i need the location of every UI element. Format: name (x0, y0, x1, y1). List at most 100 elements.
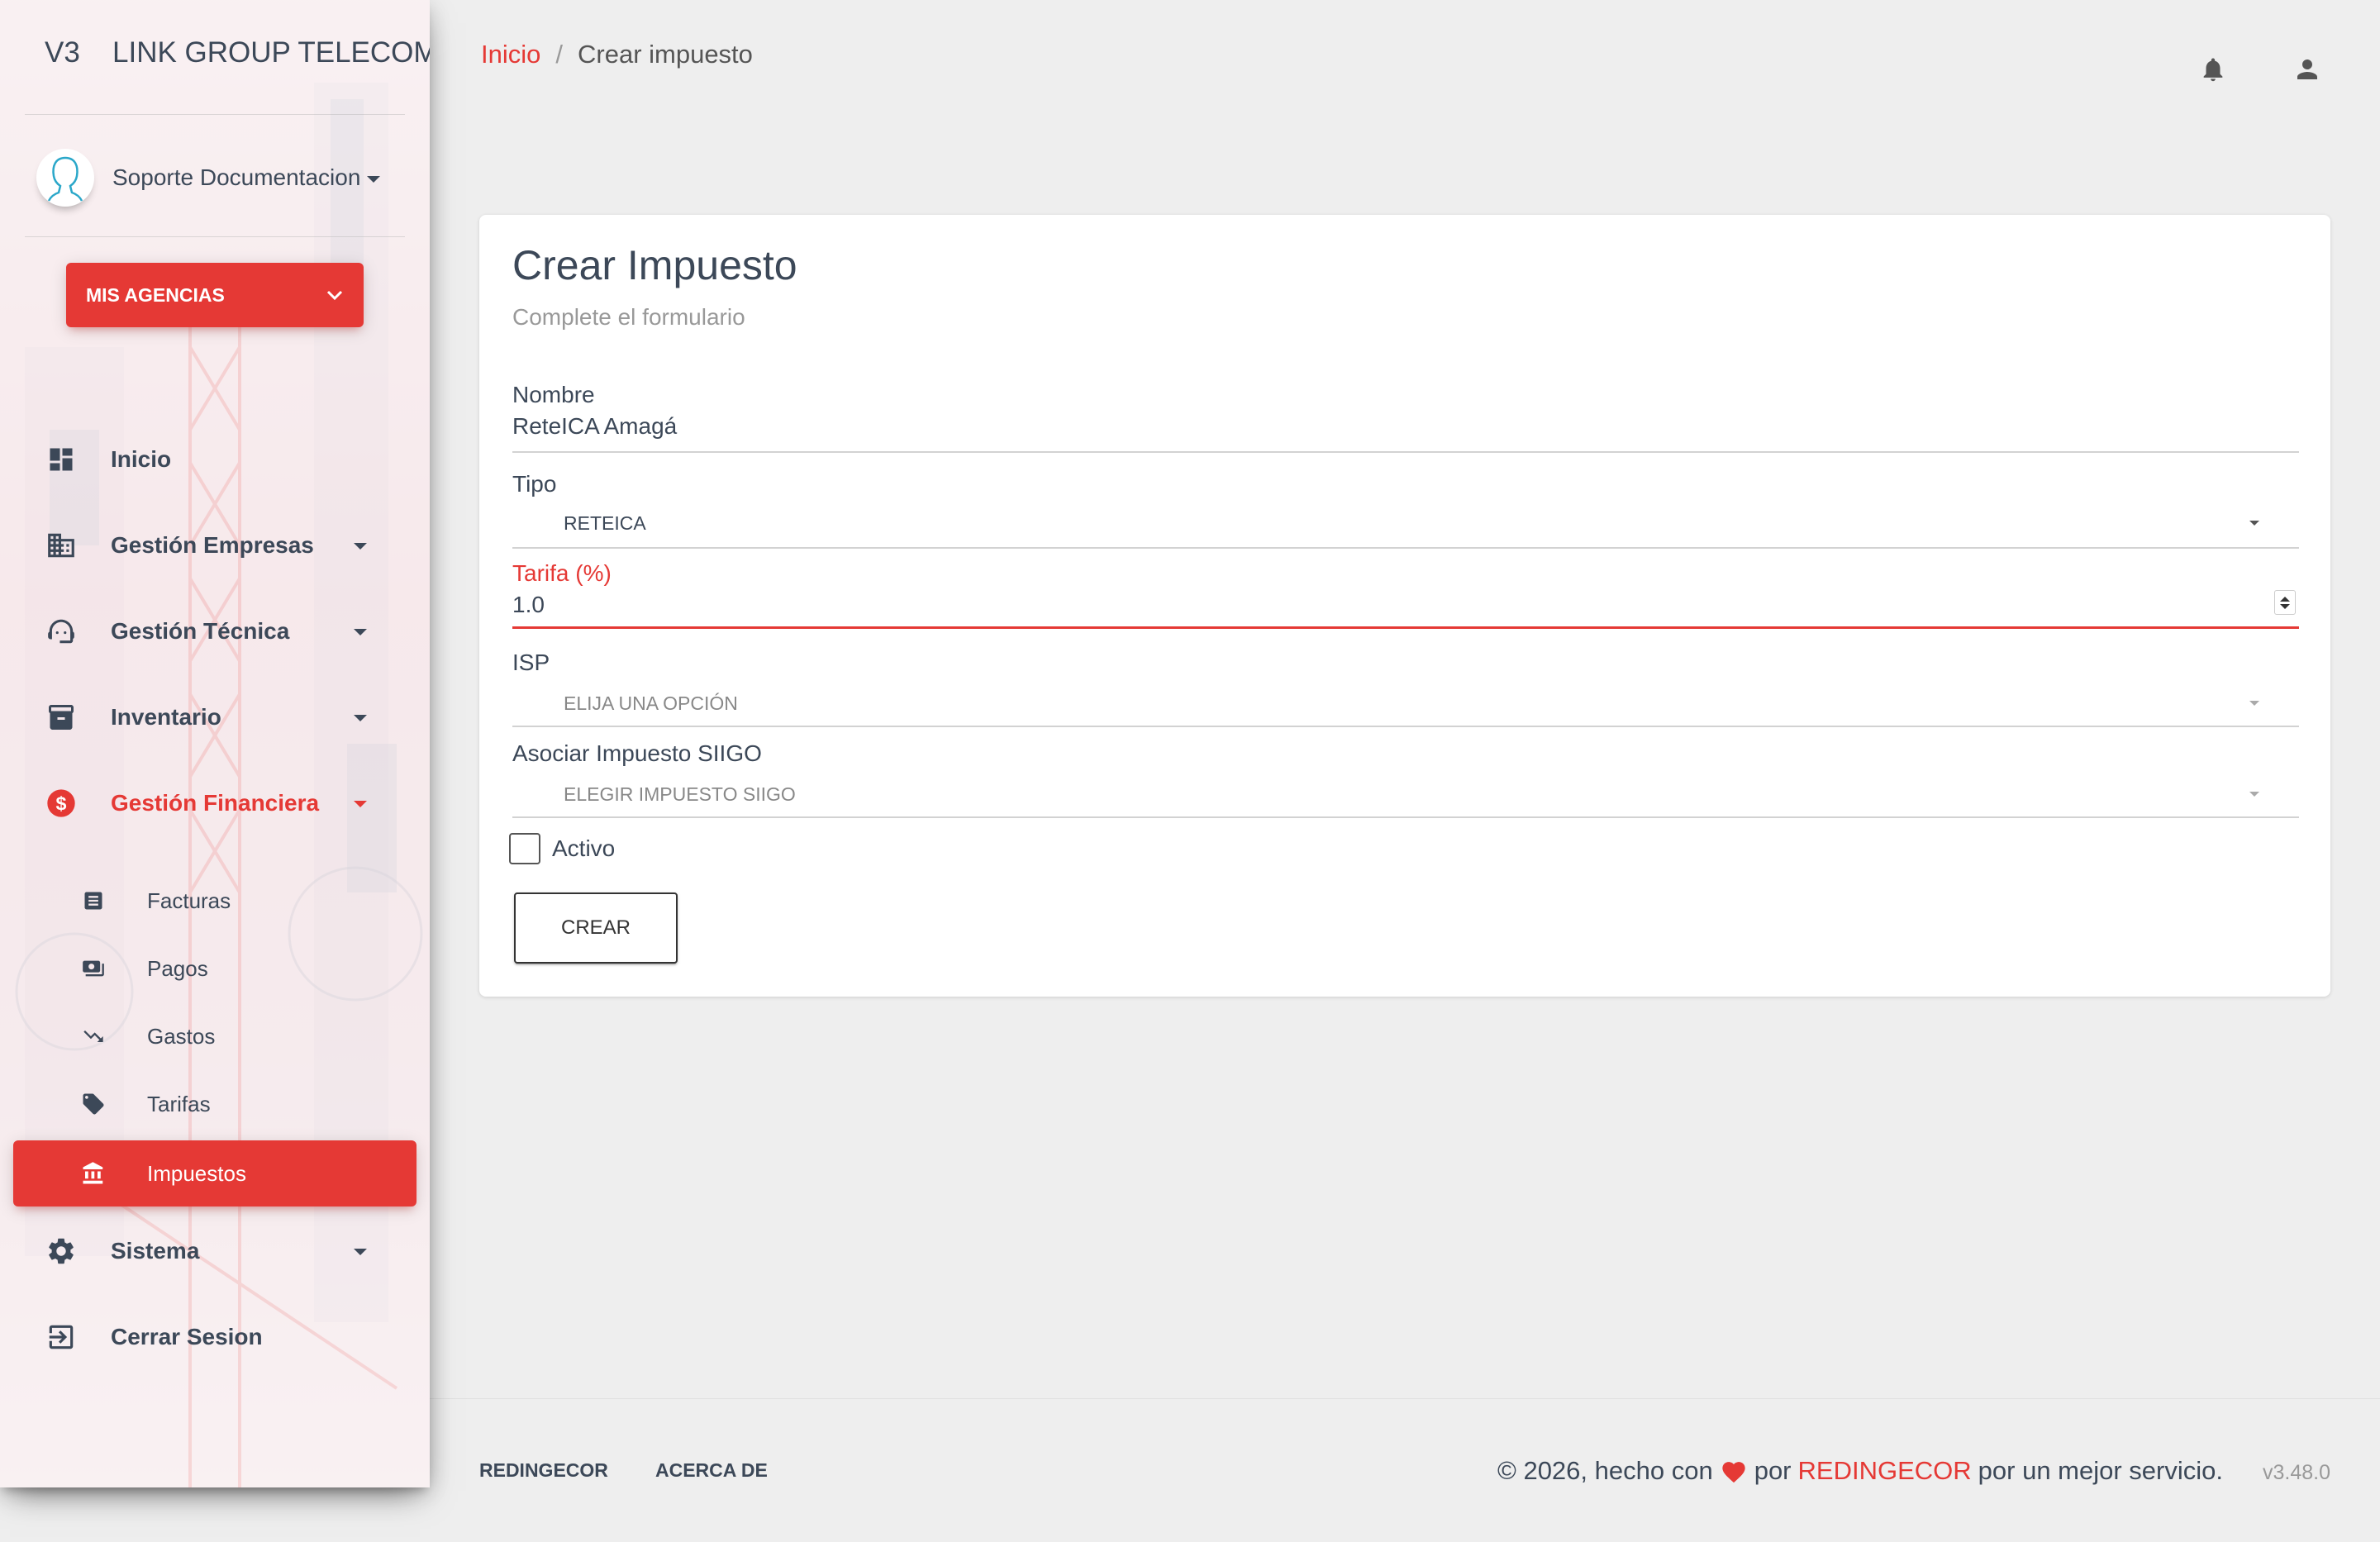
logo-text: LINK GROUP TELECOMUNICACIONES (112, 36, 430, 69)
tipo-select[interactable]: Tipo RETEICA (512, 471, 2299, 549)
nombre-input[interactable]: ReteICA Amagá (512, 413, 2299, 446)
nav-gestion-empresas[interactable]: Gestión Empresas (43, 521, 390, 570)
heart-icon (1720, 1459, 1748, 1483)
bell-icon[interactable] (2197, 53, 2230, 86)
dollar-icon: $ (43, 785, 79, 821)
subnav-facturas[interactable]: Facturas (79, 878, 393, 924)
caret-down-icon (354, 1249, 367, 1255)
caret-down-icon (354, 543, 367, 550)
caret-down-icon (2249, 792, 2259, 797)
caret-down-icon (354, 629, 367, 635)
nav-label: Gestión Técnica (111, 618, 290, 644)
number-spinner-icon[interactable] (2274, 590, 2296, 615)
siigo-placeholder: ELEGIR IMPUESTO SIIGO (564, 783, 796, 805)
nav-label: Gestión Empresas (111, 532, 314, 558)
nav-label: Sistema (111, 1238, 200, 1264)
tarifa-input[interactable]: 1.0 (512, 592, 2299, 625)
subnav-label: Tarifas (147, 1091, 211, 1116)
copyright-suffix: por un mejor servicio. (1978, 1456, 2223, 1485)
breadcrumb-separator: / (555, 40, 563, 69)
tipo-label: Tipo (512, 471, 557, 497)
user-name: Soporte Documentacion (112, 164, 381, 191)
gear-icon (43, 1233, 79, 1269)
crear-button[interactable]: CREAR (514, 892, 678, 964)
subnav-label: Gastos (147, 1023, 216, 1049)
nav-gestion-financiera[interactable]: $ Gestión Financiera (43, 778, 390, 828)
nav-label: Inventario (111, 704, 221, 730)
payments-icon (79, 954, 107, 983)
caret-down-icon (367, 175, 381, 183)
caret-down-icon (354, 715, 367, 721)
copyright-por: por (1754, 1456, 1792, 1485)
bank-icon (79, 1159, 107, 1187)
tag-icon (79, 1090, 107, 1118)
activo-label: Activo (552, 835, 616, 861)
siigo-select[interactable]: Asociar Impuesto SIIGO ELEGIR IMPUESTO S… (512, 740, 2299, 818)
footer-link-acerca-de[interactable]: ACERCA DE (655, 1459, 768, 1482)
nav-label: Cerrar Sesion (111, 1324, 263, 1349)
caret-down-icon (2249, 701, 2259, 706)
siigo-label: Asociar Impuesto SIIGO (512, 740, 762, 766)
activo-checkbox[interactable] (509, 833, 540, 864)
subnav-gastos[interactable]: Gastos (79, 1013, 393, 1059)
footer-link-redingecor[interactable]: REDINGECOR (479, 1459, 608, 1482)
divider (25, 236, 405, 237)
input-underline (512, 451, 2299, 453)
subnav-impuestos[interactable]: Impuestos (13, 1140, 416, 1206)
agencies-label: MIS AGENCIAS (86, 283, 225, 306)
archive-icon (43, 699, 79, 735)
breadcrumb: Inicio / Crear impuesto (481, 40, 753, 69)
nav-cerrar-sesion[interactable]: Cerrar Sesion (43, 1312, 390, 1362)
logo-mini: V3 (45, 36, 80, 69)
breadcrumb-home-link[interactable]: Inicio (481, 40, 540, 69)
create-tax-card: Crear Impuesto Complete el formulario No… (479, 215, 2330, 997)
person-icon[interactable] (2291, 53, 2324, 86)
tarifa-label: Tarifa (%) (512, 560, 612, 586)
card-subtitle: Complete el formulario (512, 304, 745, 330)
chevron-down-icon (326, 290, 343, 301)
nav-inicio[interactable]: Inicio (43, 435, 390, 484)
copyright-prefix: © 2026, hecho con (1497, 1456, 1713, 1485)
nav-label: Inicio (111, 446, 172, 472)
nav-inventario[interactable]: Inventario (43, 692, 390, 742)
caret-down-icon (354, 801, 367, 807)
agencies-dropdown-button[interactable]: MIS AGENCIAS (66, 263, 364, 327)
subnav-pagos[interactable]: Pagos (79, 945, 393, 992)
receipt-icon (79, 887, 107, 915)
sidebar: V3 LINK GROUP TELECOMUNICACIONES Soporte … (0, 0, 430, 1487)
nombre-field[interactable]: Nombre ReteICA Amagá (512, 382, 2299, 455)
nav-sistema[interactable]: Sistema (43, 1226, 390, 1276)
user-menu[interactable]: Soporte Documentacion (36, 149, 381, 207)
building-icon (43, 527, 79, 564)
dashboard-icon (43, 441, 79, 478)
isp-label: ISP (512, 650, 550, 675)
nombre-label: Nombre (512, 382, 595, 407)
activo-checkbox-row[interactable]: Activo (509, 833, 615, 864)
tipo-selected-value: RETEICA (564, 512, 646, 534)
avatar-icon (36, 149, 94, 207)
divider (25, 114, 405, 115)
nav-gestion-tecnica[interactable]: Gestión Técnica (43, 607, 390, 656)
subnav-tarifas[interactable]: Tarifas (79, 1081, 393, 1127)
app-version: v3.48.0 (2262, 1461, 2330, 1484)
subnav-label: Facturas (147, 888, 231, 913)
caret-down-icon (2249, 521, 2259, 526)
isp-select[interactable]: ISP ELIJA UNA OPCIÓN (512, 650, 2299, 727)
footer-divider (430, 1398, 2380, 1399)
select-underline (512, 726, 2299, 727)
svg-text:$: $ (56, 792, 67, 814)
trending-down-icon (79, 1022, 107, 1050)
support-agent-icon (43, 613, 79, 650)
breadcrumb-current: Crear impuesto (578, 40, 753, 69)
select-underline (512, 547, 2299, 549)
tarifa-field[interactable]: Tarifa (%) 1.0 (512, 560, 2299, 643)
subnav-label: Impuestos (147, 1160, 246, 1186)
nav-label: Gestión Financiera (111, 790, 320, 816)
isp-placeholder: ELIJA UNA OPCIÓN (564, 692, 738, 714)
card-title: Crear Impuesto (512, 242, 797, 288)
select-underline (512, 816, 2299, 818)
input-underline-focused (512, 626, 2299, 629)
copyright-brand-link[interactable]: REDINGECOR (1798, 1456, 1972, 1486)
logo[interactable]: V3 LINK GROUP TELECOMUNICACIONES (45, 36, 430, 69)
subnav-label: Pagos (147, 955, 208, 981)
